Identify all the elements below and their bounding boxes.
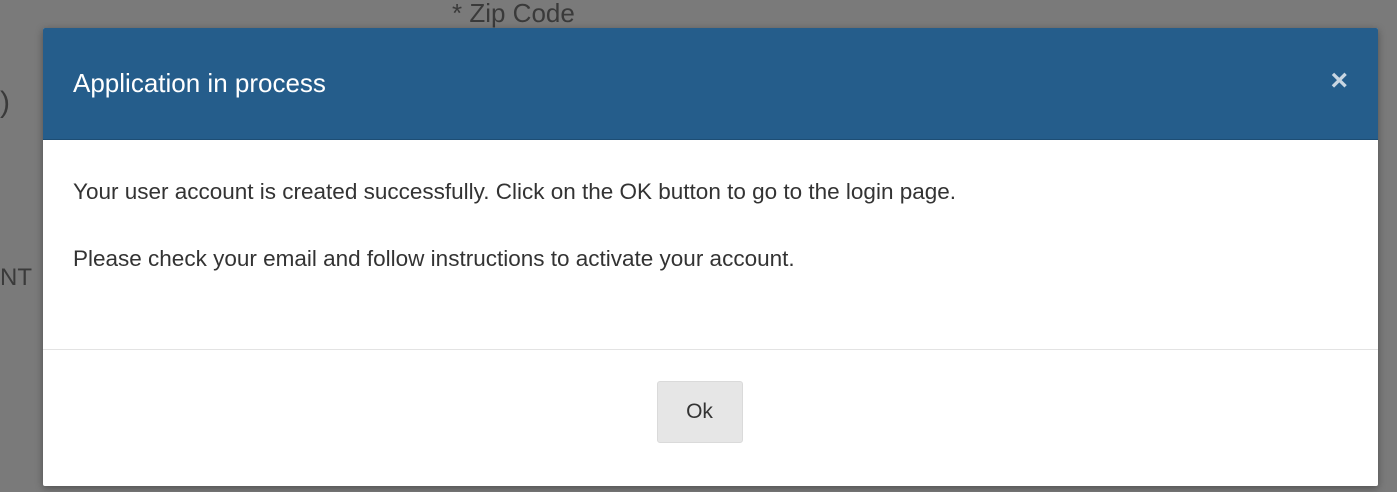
background-partial-label: NT bbox=[0, 264, 32, 291]
dialog-header: Application in process × bbox=[43, 28, 1378, 140]
success-message: Your user account is created successfull… bbox=[73, 179, 957, 204]
close-icon[interactable]: × bbox=[1330, 65, 1348, 96]
dialog-footer: Ok bbox=[43, 350, 1378, 486]
background-zip-code-label: * Zip Code bbox=[452, 0, 575, 28]
application-dialog: Application in process × Your user accou… bbox=[43, 28, 1378, 486]
email-instructions-message: Please check your email and follow instr… bbox=[73, 246, 795, 271]
ok-button[interactable]: Ok bbox=[656, 381, 743, 443]
dialog-body: Your user account is created successfull… bbox=[43, 140, 1378, 350]
dialog-title: Application in process bbox=[73, 68, 326, 98]
background-partial-text: ) bbox=[0, 86, 10, 119]
